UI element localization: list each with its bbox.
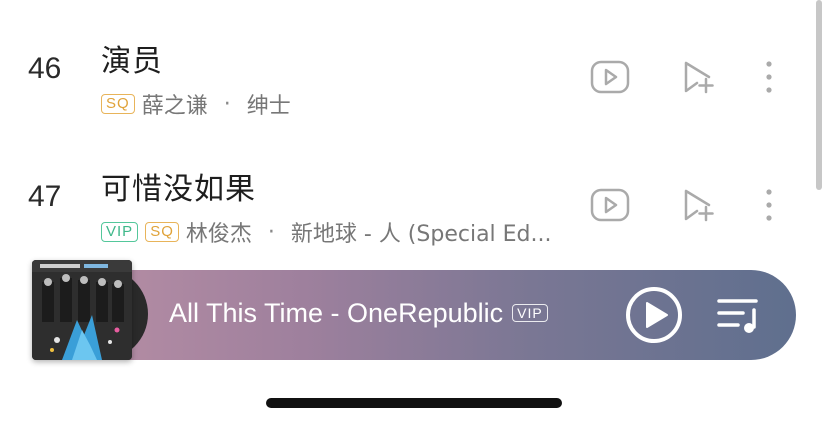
- play-icon[interactable]: [625, 286, 683, 348]
- song-title: 演员: [101, 44, 163, 79]
- album-name: 绅士: [246, 94, 291, 119]
- sq-badge: SQ: [145, 222, 179, 242]
- sq-badge: SQ: [101, 94, 135, 114]
- add-to-playlist-icon[interactable]: [683, 187, 717, 227]
- vip-badge: VIP: [101, 222, 139, 242]
- home-indicator[interactable]: [266, 398, 562, 408]
- artist-name: 薛之谦: [141, 94, 208, 119]
- vip-badge: VIP: [512, 304, 548, 322]
- more-vertical-icon[interactable]: [764, 60, 774, 98]
- more-vertical-icon[interactable]: [764, 188, 774, 226]
- track-number: 47: [28, 180, 62, 213]
- video-play-icon[interactable]: [590, 188, 630, 226]
- song-row[interactable]: 47 可惜没如果 VIP SQ 林俊杰 · 新地球 - 人 (Special E…: [0, 150, 828, 270]
- separator: ·: [223, 91, 231, 117]
- album-art[interactable]: [32, 260, 132, 360]
- video-play-icon[interactable]: [590, 60, 630, 98]
- scrollbar[interactable]: [816, 0, 822, 190]
- add-to-playlist-icon[interactable]: [683, 59, 717, 99]
- artist-name: 林俊杰: [185, 222, 252, 247]
- song-meta: VIP SQ 林俊杰 · 新地球 - 人 (Special Ed...: [101, 216, 552, 248]
- now-playing-text: All This Time - OneRepublic: [169, 298, 504, 328]
- separator: ·: [267, 219, 275, 245]
- song-title: 可惜没如果: [101, 172, 256, 207]
- song-meta: SQ 薛之谦 · 绅士: [101, 88, 291, 120]
- track-number: 46: [28, 52, 62, 85]
- album-name: 新地球 - 人 (Special Ed...: [290, 222, 552, 247]
- song-row[interactable]: 46 演员 SQ 薛之谦 · 绅士: [0, 22, 828, 142]
- now-playing-title[interactable]: All This Time - OneRepublic VIP: [169, 298, 548, 329]
- playlist-queue-icon[interactable]: [716, 296, 762, 340]
